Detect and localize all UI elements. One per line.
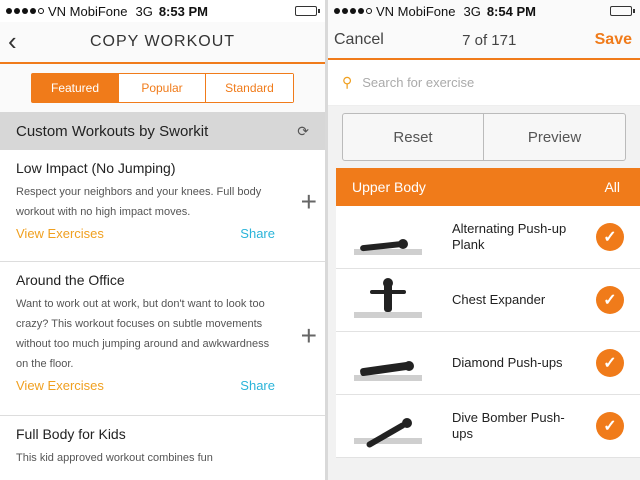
exercise-name: Dive Bomber Push-ups	[452, 410, 565, 441]
exercise-thumbnail	[346, 339, 432, 387]
search-icon: ⚲	[342, 74, 353, 90]
checkmark-icon[interactable]: ✓	[596, 286, 624, 314]
signal-icon	[334, 8, 372, 14]
checkmark-icon[interactable]: ✓	[596, 349, 624, 377]
select-all-button[interactable]: All	[604, 179, 620, 195]
workout-item: Full Body for Kids This kid approved wor…	[0, 416, 325, 480]
workout-name: Full Body for Kids	[16, 426, 126, 442]
status-time: 8:53 PM	[158, 3, 208, 19]
nav-bar: ‹ COPY WORKOUT	[0, 22, 325, 64]
exercise-row[interactable]: Diamond Push-ups ✓	[336, 332, 640, 395]
save-button[interactable]: Save	[595, 31, 632, 49]
segmented-control: Featured Popular Standard	[31, 73, 294, 103]
exercise-row[interactable]: Dive Bomber Push-ups ✓	[336, 395, 640, 458]
view-exercises-link[interactable]: View Exercises	[16, 378, 104, 393]
category-title: Upper Body	[352, 179, 426, 195]
exercise-name: Chest Expander	[452, 292, 546, 307]
exercise-thumbnail	[346, 276, 432, 324]
tab-popular[interactable]: Popular	[119, 74, 206, 102]
right-screen: VN MobiFone 3G 8:54 PM Cancel 7 of 171 S…	[328, 0, 640, 480]
exercise-counter: 7 of 171	[462, 31, 517, 49]
share-link[interactable]: Share	[240, 226, 275, 241]
reset-button[interactable]: Reset	[343, 114, 484, 160]
section-header: Custom Workouts by Sworkit ⟳	[0, 112, 325, 150]
section-title: Custom Workouts by Sworkit	[16, 122, 209, 140]
exercise-thumbnail	[346, 402, 432, 450]
tab-featured[interactable]: Featured	[32, 74, 119, 102]
exercise-name: Diamond Push-ups	[452, 355, 563, 370]
workout-description: This kid approved workout combines fun	[16, 452, 213, 464]
tab-standard[interactable]: Standard	[206, 74, 293, 102]
view-exercises-link[interactable]: View Exercises	[16, 226, 104, 241]
carrier-name: VN MobiFone	[48, 3, 128, 19]
network-type: 3G	[463, 3, 481, 19]
search-input[interactable]	[362, 75, 603, 90]
left-screen: VN MobiFone 3G 8:53 PM ‹ COPY WORKOUT Fe…	[0, 0, 325, 480]
page-title: COPY WORKOUT	[89, 33, 236, 50]
workout-item: Around the Office Want to work out at wo…	[0, 262, 325, 416]
action-buttons: Reset Preview	[328, 106, 640, 168]
network-type: 3G	[135, 3, 153, 19]
cancel-button[interactable]: Cancel	[334, 31, 384, 49]
battery-icon	[610, 6, 635, 16]
exercise-thumbnail	[346, 213, 432, 261]
workout-name: Low Impact (No Jumping)	[16, 160, 176, 176]
workout-name: Around the Office	[16, 272, 125, 288]
status-time: 8:54 PM	[486, 3, 536, 19]
refresh-icon[interactable]: ⟳	[297, 123, 309, 140]
plus-icon[interactable]: +	[301, 320, 317, 352]
tab-bar: Featured Popular Standard	[0, 64, 325, 112]
status-bar: VN MobiFone 3G 8:53 PM	[0, 0, 325, 22]
exercise-row[interactable]: Alternating Push-up Plank ✓	[336, 206, 640, 269]
signal-icon	[6, 8, 44, 14]
battery-icon	[295, 6, 320, 16]
category-header: Upper Body All	[336, 168, 640, 206]
workout-item: Low Impact (No Jumping) Respect your nei…	[0, 150, 325, 262]
checkmark-icon[interactable]: ✓	[596, 412, 624, 440]
checkmark-icon[interactable]: ✓	[596, 223, 624, 251]
workout-description: Respect your neighbors and your knees. F…	[16, 186, 262, 218]
preview-button[interactable]: Preview	[484, 114, 625, 160]
exercise-row[interactable]: Chest Expander ✓	[336, 269, 640, 332]
status-bar: VN MobiFone 3G 8:54 PM	[328, 0, 640, 22]
carrier-name: VN MobiFone	[376, 3, 456, 19]
search-bar: ⚲	[328, 60, 640, 106]
share-link[interactable]: Share	[240, 378, 275, 393]
exercise-name: Alternating Push-up Plank	[452, 221, 567, 252]
nav-bar: Cancel 7 of 171 Save	[328, 22, 640, 60]
chevron-left-icon[interactable]: ‹	[8, 28, 17, 54]
workout-description: Want to work out at work, but don't want…	[16, 298, 270, 370]
plus-icon[interactable]: +	[301, 186, 317, 218]
